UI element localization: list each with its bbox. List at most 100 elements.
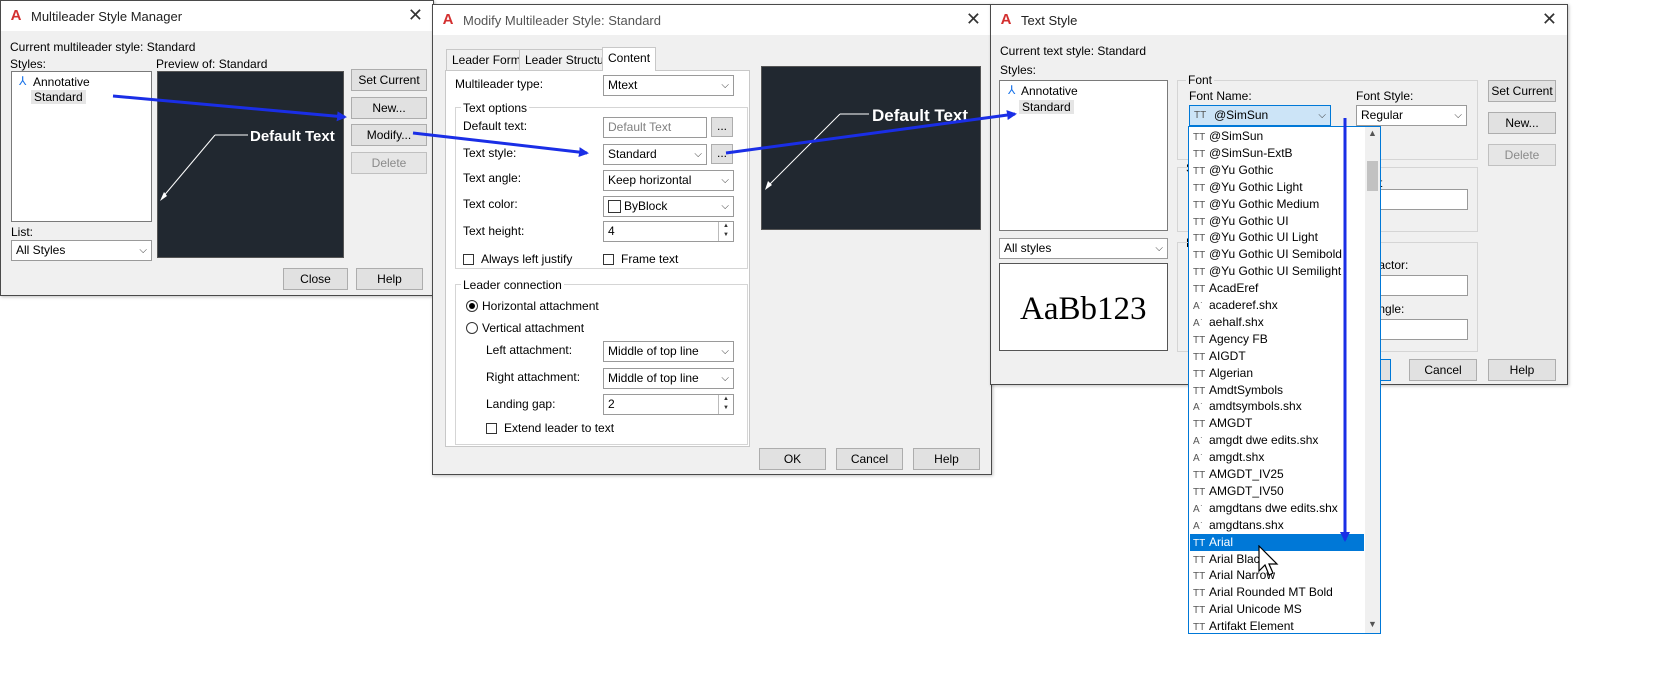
scroll-down-arrow-icon[interactable]: ▼ — [1368, 619, 1377, 629]
frame-text-checkbox[interactable] — [603, 254, 614, 265]
spinner-arrows-icon[interactable]: ▲ ▼ — [718, 395, 733, 414]
multileader-type-value: Mtext — [608, 78, 638, 92]
scrollbar-thumb[interactable] — [1367, 161, 1378, 191]
help-button[interactable]: Help — [1488, 359, 1556, 381]
landing-gap-field[interactable]: 2 ▲ ▼ — [603, 394, 734, 415]
scroll-up-arrow-icon[interactable]: ▲ — [1368, 128, 1377, 138]
text-color-dropdown[interactable]: ByBlock ⌵ — [603, 196, 734, 217]
annotative-icon: ⅄ — [19, 74, 27, 88]
frame-text-label: Frame text — [621, 252, 679, 266]
vertical-attachment-radio[interactable] — [466, 322, 478, 334]
font-list-item[interactable]: TT Arial Rounded MT Bold — [1190, 584, 1364, 601]
close-icon[interactable]: ✕ — [966, 10, 981, 28]
font-list-item[interactable]: TT AMGDT_IV50 — [1190, 483, 1364, 500]
cancel-button[interactable]: Cancel — [1409, 359, 1477, 381]
font-list-item[interactable]: A͘ amgdtans.shx — [1190, 517, 1364, 534]
new-button[interactable]: New... — [1488, 112, 1556, 134]
font-list-item[interactable]: A͘ amgdtans dwe edits.shx — [1190, 500, 1364, 517]
default-text-browse-button[interactable]: ... — [711, 117, 733, 137]
style-item-standard[interactable]: Standard — [31, 90, 86, 104]
font-list-item[interactable]: TT AIGDT — [1190, 348, 1364, 365]
help-button[interactable]: Help — [913, 448, 980, 470]
font-list-item[interactable]: TT @SimSun-ExtB — [1190, 145, 1364, 162]
landing-gap-label: Landing gap: — [486, 397, 556, 411]
font-list-item[interactable]: TT AMGDT_IV25 — [1190, 466, 1364, 483]
font-list-item[interactable]: TT Artifakt Element — [1190, 618, 1364, 633]
font-list-item-label: amgdtans dwe edits.shx — [1209, 500, 1338, 515]
set-current-button[interactable]: Set Current — [351, 69, 427, 91]
font-list-item[interactable]: TT AcadEref — [1190, 280, 1364, 297]
modify-button[interactable]: Modify... — [351, 124, 427, 146]
font-list-item[interactable]: TT @Yu Gothic — [1190, 162, 1364, 179]
left-attachment-value: Middle of top line — [608, 344, 699, 358]
font-list-item-label: @Yu Gothic Light — [1209, 179, 1303, 194]
truetype-font-icon: TT — [1193, 132, 1206, 143]
left-attachment-dropdown[interactable]: Middle of top line ⌵ — [603, 341, 734, 362]
styles-list[interactable]: ⅄ Annotative Standard — [999, 80, 1168, 231]
font-list-item[interactable]: A͘ aehalf.shx — [1190, 314, 1364, 331]
font-list-item[interactable]: TT @Yu Gothic UI — [1190, 213, 1364, 230]
font-list-item[interactable]: TT Arial Unicode MS — [1190, 601, 1364, 618]
cancel-button[interactable]: Cancel — [836, 448, 903, 470]
font-list-item[interactable]: TT Agency FB — [1190, 331, 1364, 348]
font-list-item[interactable]: A͘ acaderef.shx — [1190, 297, 1364, 314]
style-item-annotative[interactable]: Annotative — [33, 75, 90, 89]
list-scrollbar[interactable]: ▲ ▼ — [1365, 127, 1380, 633]
current-style-label: Current multileader style: Standard — [10, 40, 196, 54]
font-list-item[interactable]: TT @Yu Gothic UI Semilight — [1190, 263, 1364, 280]
truetype-font-icon: TT — [1193, 588, 1206, 600]
title-bar[interactable]: A Multileader Style Manager ✕ — [1, 1, 433, 31]
set-current-button[interactable]: Set Current — [1488, 80, 1556, 102]
text-style-dropdown[interactable]: Standard ⌵ — [603, 144, 707, 165]
delete-button[interactable]: Delete — [351, 152, 427, 174]
styles-filter-value: All styles — [1004, 241, 1052, 255]
always-left-justify-checkbox[interactable] — [463, 254, 474, 265]
shx-font-icon: A͘ — [1193, 503, 1200, 515]
title-bar[interactable]: A Modify Multileader Style: Standard ✕ — [433, 5, 991, 35]
font-list-item[interactable]: A͘ amgdt.shx — [1190, 449, 1364, 466]
landing-gap-value: 2 — [608, 397, 615, 411]
delete-button[interactable]: Delete — [1488, 144, 1556, 166]
font-list-item-label: @Yu Gothic UI Semilight — [1209, 264, 1342, 279]
close-button[interactable]: Close — [283, 268, 348, 290]
font-list-item-label: @SimSun-ExtB — [1209, 145, 1293, 160]
styles-list[interactable]: ⅄ Annotative Standard — [11, 71, 152, 222]
font-list-item[interactable]: TT @Yu Gothic Light — [1190, 179, 1364, 196]
horizontal-attachment-radio[interactable] — [466, 300, 478, 312]
style-item-annotative[interactable]: Annotative — [1021, 84, 1078, 98]
right-attachment-dropdown[interactable]: Middle of top line ⌵ — [603, 368, 734, 389]
text-style-browse-button[interactable]: ... — [711, 144, 733, 164]
font-list-item[interactable]: TT @Yu Gothic UI Light — [1190, 229, 1364, 246]
styles-filter-dropdown[interactable]: All styles ⌵ — [999, 238, 1168, 259]
close-icon[interactable]: ✕ — [1542, 10, 1557, 28]
list-filter-dropdown[interactable]: All Styles ⌵ — [11, 240, 152, 261]
font-list-item-label: amgdt dwe edits.shx — [1209, 433, 1319, 448]
shx-font-icon: A͘ — [1193, 436, 1200, 448]
spinner-arrows-icon[interactable]: ▲ ▼ — [718, 222, 733, 241]
font-list-item[interactable]: TT AMGDT — [1190, 415, 1364, 432]
window-title: Modify Multileader Style: Standard — [463, 13, 661, 28]
font-list-item[interactable]: TT Algerian — [1190, 365, 1364, 382]
extend-leader-checkbox[interactable] — [486, 423, 497, 434]
help-button[interactable]: Help — [356, 268, 423, 290]
close-icon[interactable]: ✕ — [408, 6, 423, 24]
text-angle-dropdown[interactable]: Keep horizontal ⌵ — [603, 170, 734, 191]
new-button[interactable]: New... — [351, 97, 427, 119]
autocad-logo-icon: A — [10, 7, 22, 24]
font-style-dropdown[interactable]: Regular ⌵ — [1356, 105, 1467, 126]
font-list-item[interactable]: TT @Yu Gothic UI Semibold — [1190, 246, 1364, 263]
ok-button[interactable]: OK — [759, 448, 826, 470]
tab-content[interactable]: Content — [602, 47, 657, 71]
font-name-dropdown[interactable]: TT @SimSun ⌵ — [1189, 105, 1331, 126]
default-text-field[interactable]: Default Text — [603, 117, 707, 138]
font-list-item[interactable]: TT @SimSun — [1190, 128, 1364, 145]
font-list-item[interactable]: A͘ amdtsymbols.shx — [1190, 398, 1364, 415]
multileader-type-dropdown[interactable]: Mtext ⌵ — [603, 75, 734, 96]
font-list-item[interactable]: TT AmdtSymbols — [1190, 382, 1364, 399]
text-height-field[interactable]: 4 ▲ ▼ — [603, 221, 734, 242]
font-list-item[interactable]: TT @Yu Gothic Medium — [1190, 196, 1364, 213]
style-item-standard[interactable]: Standard — [1019, 100, 1074, 114]
chevron-down-icon: ⌵ — [139, 245, 147, 256]
font-list-item[interactable]: A͘ amgdt dwe edits.shx — [1190, 432, 1364, 449]
title-bar[interactable]: A Text Style ✕ — [991, 5, 1567, 35]
